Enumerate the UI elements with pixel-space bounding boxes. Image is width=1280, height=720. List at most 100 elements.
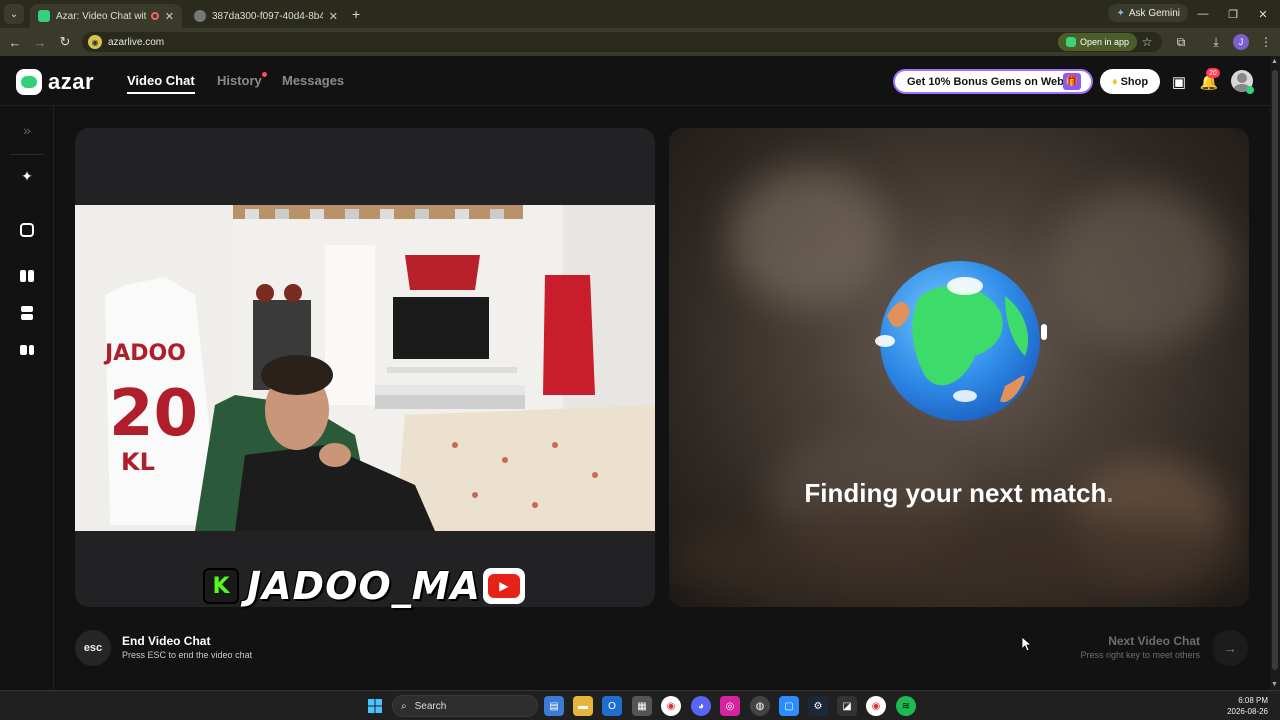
svg-text:20: 20 <box>109 377 198 451</box>
kick-logo-icon: K <box>203 568 239 604</box>
tab-title: 387da300-f097-40d4-8b43-a14 <box>212 10 323 22</box>
my-camera-feed: JADOO 20 KL <box>75 205 655 531</box>
next-video-chat-title: Next Video Chat <box>1108 634 1200 648</box>
azar-favicon-icon <box>38 10 50 22</box>
browser-profile-avatar[interactable]: J <box>1233 34 1249 50</box>
gemini-sparkle-icon: ✦ <box>1116 7 1125 19</box>
windows-start-icon[interactable] <box>365 696 385 716</box>
nav-video-chat[interactable]: Video Chat <box>127 73 195 94</box>
online-status-dot <box>1246 86 1254 94</box>
streamer-watermark: K JADOO_MA ▶ <box>203 564 525 608</box>
next-video-chat-button[interactable]: → <box>1212 630 1248 666</box>
scroll-up-icon[interactable]: ▲ <box>1271 58 1278 65</box>
browser-tab-bar: ⌄ Azar: Video Chat with New ✕ 387da300-f… <box>0 0 1280 28</box>
bonus-gems-button[interactable]: Get 10% Bonus Gems on Web! 🎁 <box>893 69 1093 94</box>
bonus-gems-label: Get 10% Bonus Gems on Web! <box>907 75 1068 88</box>
ask-gemini-button[interactable]: ✦ Ask Gemini <box>1108 4 1188 22</box>
url-field[interactable]: ◉ azarlive.com <box>82 32 1162 52</box>
taskbar-search[interactable]: ⌕ Search <box>392 695 538 717</box>
gift-icon: 🎁 <box>1063 73 1081 90</box>
obs-icon[interactable]: ◍ <box>750 696 770 716</box>
tab-azar[interactable]: Azar: Video Chat with New ✕ <box>30 4 182 28</box>
shop-label: Shop <box>1120 75 1149 88</box>
chrome-icon[interactable]: ◉ <box>661 696 681 716</box>
layout-grid-icon[interactable] <box>17 340 37 360</box>
inbox-icon[interactable]: ▣ <box>1169 72 1189 92</box>
globe-icon <box>875 261 1047 421</box>
finding-match-text: Finding your next match <box>804 478 1107 508</box>
tab-search-button[interactable]: ⌄ <box>4 4 24 24</box>
app-icon[interactable]: ▢ <box>779 696 799 716</box>
history-unread-dot <box>262 72 267 77</box>
steam-icon[interactable]: ⚙ <box>808 696 828 716</box>
match-panel <box>669 128 1249 607</box>
page-scrollbar[interactable]: ▲ ▼ <box>1270 56 1280 690</box>
nav-messages[interactable]: Messages <box>282 73 344 88</box>
url-text: azarlive.com <box>108 36 165 48</box>
reload-icon[interactable]: ↻ <box>54 31 76 53</box>
open-in-app-button[interactable]: Open in app <box>1058 33 1138 51</box>
azar-logo-icon <box>16 69 42 95</box>
edit-icon[interactable] <box>17 220 37 240</box>
instagram-icon[interactable]: ◎ <box>720 696 740 716</box>
next-video-chat-hint: Press right key to meet others <box>1080 650 1200 660</box>
new-tab-icon[interactable]: + <box>352 6 360 22</box>
camera-scene-image: JADOO 20 KL <box>75 205 655 531</box>
search-icon: ⌕ <box>401 700 407 712</box>
finding-match-status: Finding your next match. <box>669 478 1249 509</box>
bookmark-star-icon[interactable]: ☆ <box>1137 32 1157 52</box>
extensions-icon[interactable]: ⧉ <box>1171 32 1191 52</box>
expand-icon[interactable]: » <box>17 120 37 140</box>
downloads-icon[interactable]: ⤓ <box>1206 32 1226 52</box>
close-tab-icon[interactable]: ✕ <box>165 10 174 23</box>
discord-icon[interactable]: ◕ <box>691 696 711 716</box>
app-icon <box>1066 37 1076 47</box>
loading-dots: . <box>1106 478 1114 508</box>
youtube-logo-icon: ▶ <box>482 568 525 604</box>
mouse-cursor-icon <box>1022 637 1032 651</box>
store-icon[interactable]: ▦ <box>632 696 652 716</box>
tab-second[interactable]: 387da300-f097-40d4-8b43-a14 ✕ <box>186 4 346 28</box>
minimize-icon[interactable]: — <box>1188 0 1218 28</box>
shop-button[interactable]: ♦ Shop <box>1100 69 1160 94</box>
back-arrow-icon[interactable]: ← <box>4 31 26 53</box>
close-window-icon[interactable]: ✕ <box>1248 0 1278 28</box>
svg-text:JADOO: JADOO <box>103 341 186 366</box>
close-tab-icon[interactable]: ✕ <box>329 10 338 23</box>
windows-taskbar: ⌕ Search ▤ ▬ O ▦ ◉ ◕ ◎ ◍ ▢ ⚙ ◪ ◉ ≋ 6:08 … <box>0 690 1280 720</box>
end-video-chat-title: End Video Chat <box>122 634 211 648</box>
app-header: azar Video Chat History Messages Get 10%… <box>0 56 1270 106</box>
site-info-icon[interactable]: ◉ <box>88 35 102 49</box>
gem-icon: ♦ <box>1111 75 1118 88</box>
scrollbar-thumb[interactable] <box>1272 70 1278 670</box>
restore-icon[interactable]: ❐ <box>1218 0 1248 28</box>
layout-split-vertical-icon[interactable] <box>17 266 37 286</box>
arrow-right-icon: → <box>1223 640 1237 656</box>
tab-title: Azar: Video Chat with New <box>56 10 147 22</box>
browser-menu-icon[interactable]: ⋮ <box>1256 32 1276 52</box>
svg-text:KL: KL <box>121 448 155 476</box>
scroll-down-icon[interactable]: ▼ <box>1271 681 1278 688</box>
azar-logo[interactable]: azar <box>16 69 94 95</box>
end-video-chat-hint: Press ESC to end the video chat <box>122 650 253 660</box>
taskbar-search-label: Search <box>414 700 447 712</box>
open-in-app-label: Open in app <box>1080 37 1130 47</box>
clock-date: 2026-08-26 <box>1227 707 1268 716</box>
nav-history[interactable]: History <box>217 73 262 88</box>
outlook-icon[interactable]: O <box>602 696 622 716</box>
ask-gemini-label: Ask Gemini <box>1128 7 1180 19</box>
sidebar-divider <box>10 154 44 155</box>
logo-text: azar <box>48 69 95 94</box>
widgets-icon[interactable]: ▤ <box>544 696 564 716</box>
magic-wand-icon[interactable]: ✦ <box>17 166 37 186</box>
notification-badge: 20 <box>1206 68 1220 78</box>
taskbar-clock[interactable]: 6:08 PM 2026-08-26 <box>1227 695 1268 717</box>
spotify-icon[interactable]: ≋ <box>896 696 916 716</box>
chrome-active-icon[interactable]: ◉ <box>866 696 886 716</box>
forward-arrow-icon[interactable]: → <box>29 31 51 53</box>
file-explorer-icon[interactable]: ▬ <box>573 696 593 716</box>
layout-split-horizontal-icon[interactable] <box>17 303 37 323</box>
recording-icon <box>150 12 159 20</box>
capcut-icon[interactable]: ◪ <box>837 696 857 716</box>
end-video-chat-button[interactable]: esc <box>75 630 111 666</box>
